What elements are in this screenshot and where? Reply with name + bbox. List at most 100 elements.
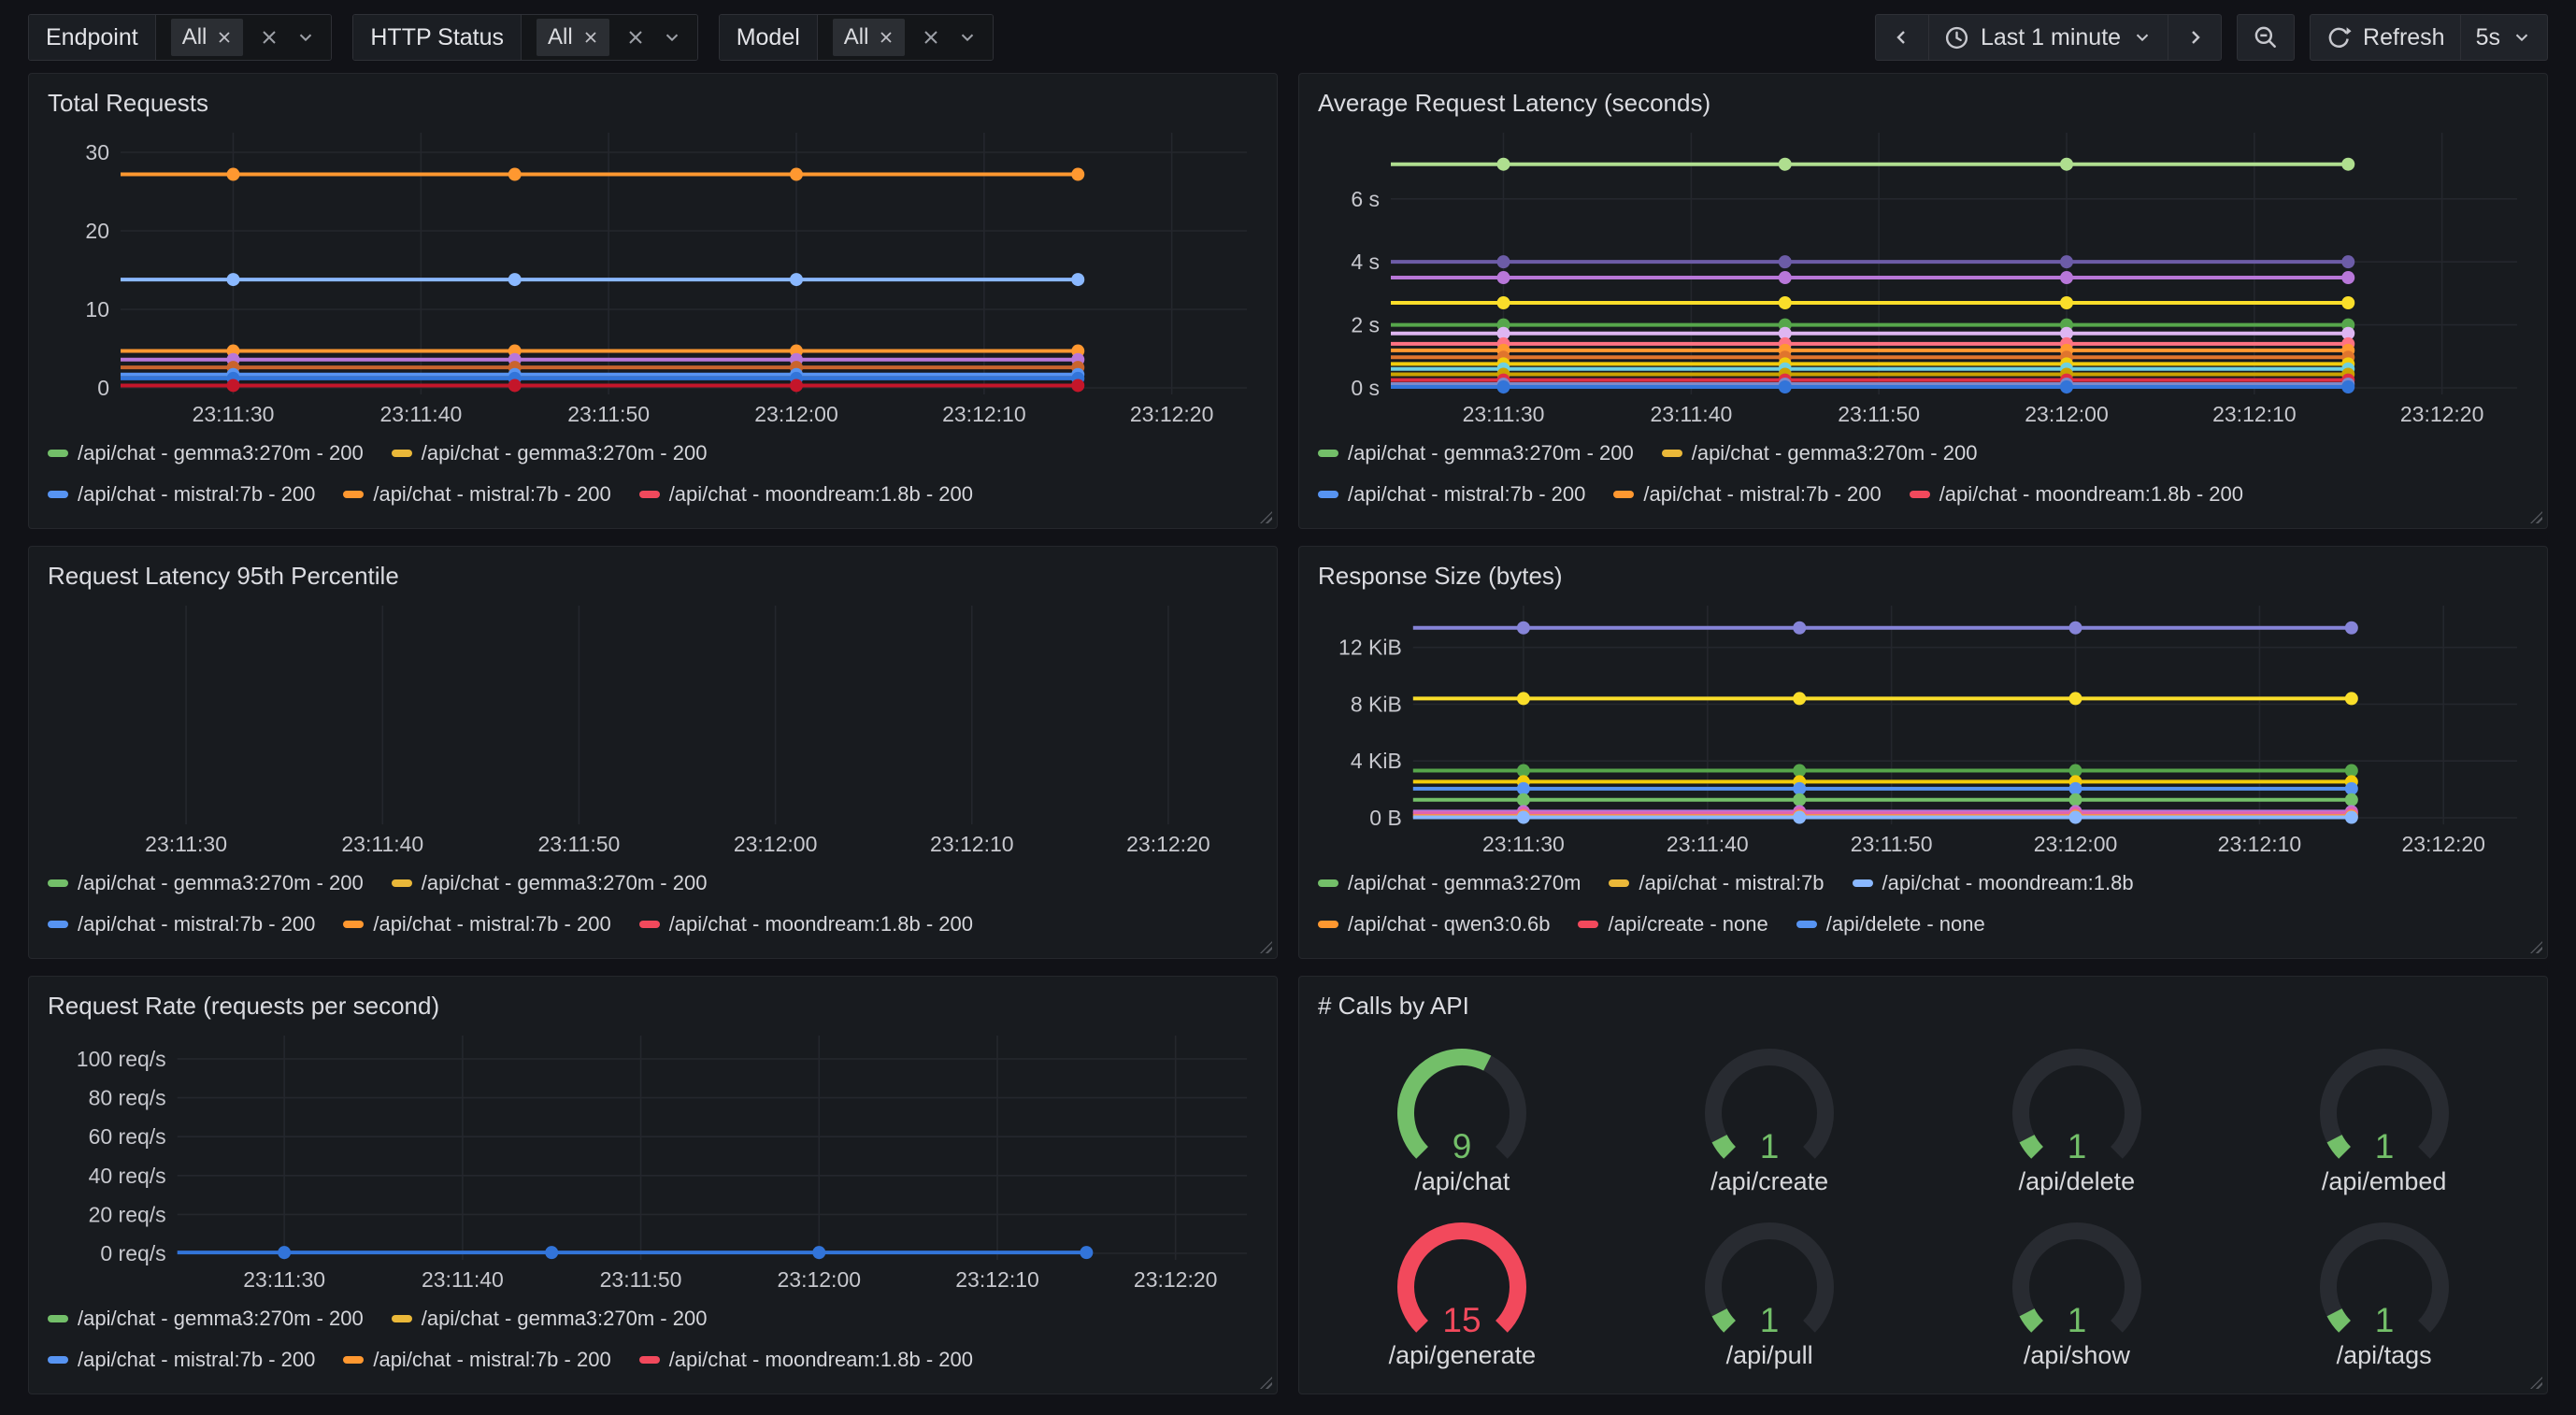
panel-title[interactable]: Response Size (bytes) [1299,547,2547,594]
legend-series-marker [1853,879,1873,887]
svg-text:23:11:40: 23:11:40 [379,402,462,426]
refresh-button[interactable]: Refresh [2311,15,2460,60]
panel-title[interactable]: Total Requests [29,74,1277,121]
time-shift-forward-button[interactable] [2168,15,2221,60]
clear-filter-icon[interactable] [626,28,645,47]
gauge-api-delete: 1/api/delete [1924,1030,2231,1205]
legend-series-marker [1796,921,1817,928]
legend-item[interactable]: /api/chat - gemma3:270m - 200 [392,871,708,895]
svg-text:20 req/s: 20 req/s [89,1202,166,1226]
legend-item[interactable]: /api/chat - mistral:7b - 200 [48,482,315,507]
legend-item[interactable]: /api/chat - gemma3:270m - 200 [392,441,708,465]
zoom-out-button[interactable] [2238,15,2294,60]
svg-text:60 req/s: 60 req/s [89,1124,166,1149]
legend-series-label: /api/chat - gemma3:270m - 200 [1692,441,1978,465]
legend-series-label: /api/chat - gemma3:270m [1348,871,1581,895]
legend-item[interactable]: /api/chat - mistral:7b - 200 [48,912,315,936]
svg-text:23:12:00: 23:12:00 [778,1267,862,1292]
gauge-api-create: 1/api/create [1616,1030,1924,1205]
gauge-value: 1 [1760,1127,1780,1165]
legend-series-label: /api/chat - gemma3:270m - 200 [422,1307,708,1331]
legend-item[interactable]: /api/chat - mistral:7b - 200 [343,482,610,507]
time-shift-back-button[interactable] [1876,15,1928,60]
legend-item[interactable]: /api/chat - gemma3:270m - 200 [392,1307,708,1331]
filter-model-value[interactable]: All [817,15,994,60]
filter-endpoint-value[interactable]: All [155,15,332,60]
time-series-chart[interactable]: 0 s2 s4 s6 s23:11:3023:11:4023:11:5023:1… [1316,121,2530,431]
legend-item[interactable]: /api/chat - mistral:7b - 200 [48,1348,315,1372]
panel-title[interactable]: Request Latency 95th Percentile [29,547,1277,594]
chevron-down-icon[interactable] [295,27,316,48]
filter-model-pill[interactable]: All [833,19,906,56]
legend-series-label: /api/chat - moondream:1.8b - 200 [669,482,973,507]
time-series-chart[interactable]: 0 req/s20 req/s40 req/s60 req/s80 req/s1… [46,1024,1260,1296]
remove-value-icon[interactable] [583,30,598,45]
legend-item[interactable]: /api/chat - gemma3:270m - 200 [48,871,364,895]
legend-series-marker [639,1356,660,1364]
clear-filter-icon[interactable] [922,28,940,47]
filter-http-status-value[interactable]: All [521,15,697,60]
legend-item[interactable]: /api/chat - gemma3:270m - 200 [48,1307,364,1331]
svg-text:23:11:50: 23:11:50 [600,1267,682,1292]
legend-series-label: /api/chat - mistral:7b - 200 [1643,482,1881,507]
svg-text:23:12:20: 23:12:20 [1134,1267,1218,1292]
chart-canvas: 0 B4 KiB8 KiB12 KiB23:11:3023:11:4023:11… [1316,594,2530,861]
legend-item[interactable]: /api/chat - moondream:1.8b - 200 [1910,482,2243,507]
panel-title[interactable]: Request Rate (requests per second) [29,977,1277,1024]
time-series-chart[interactable]: 23:11:3023:11:4023:11:5023:12:0023:12:10… [46,594,1260,861]
legend-row: /api/chat - mistral:7b - 200/api/chat - … [48,1339,1258,1380]
time-range-button[interactable]: Last 1 minute [1928,15,2168,60]
legend-item[interactable]: /api/chat - gemma3:270m - 200 [1662,441,1978,465]
gauge-label: /api/create [1710,1167,1828,1196]
time-series-chart[interactable]: 0 B4 KiB8 KiB12 KiB23:11:3023:11:4023:11… [1316,594,2530,861]
legend-item[interactable]: /api/chat - gemma3:270m - 200 [48,441,364,465]
legend-item[interactable]: /api/chat - moondream:1.8b - 200 [639,482,973,507]
gauge-label: /api/generate [1389,1341,1537,1370]
legend-item[interactable]: /api/chat - gemma3:270m [1318,871,1581,895]
legend-item[interactable]: /api/chat - moondream:1.8b - 200 [639,1348,973,1372]
filter-endpoint-pill[interactable]: All [171,19,244,56]
legend-item[interactable]: /api/chat - mistral:7b - 200 [343,912,610,936]
legend-item[interactable]: /api/chat - mistral:7b - 200 [1318,482,1585,507]
legend-series-label: /api/chat - mistral:7b - 200 [373,1348,610,1372]
svg-text:0: 0 [97,376,109,400]
legend-series-marker [343,921,364,928]
time-series-chart[interactable]: 010203023:11:3023:11:4023:11:5023:12:002… [46,121,1260,431]
panel-title[interactable]: Average Request Latency (seconds) [1299,74,2547,121]
panel-request-rate: Request Rate (requests per second) 0 req… [28,976,1278,1394]
svg-text:23:11:40: 23:11:40 [1667,832,1749,856]
filter-model: Model All [719,14,995,61]
gauge-label: /api/delete [2019,1167,2136,1196]
clear-filter-icon[interactable] [260,28,279,47]
filter-http-status-pill[interactable]: All [537,19,609,56]
gauge-arc: 1 [1979,1212,2175,1341]
legend-series-label: /api/chat - moondream:1.8b - 200 [1939,482,2243,507]
legend-item[interactable]: /api/chat - gemma3:270m - 200 [1318,441,1634,465]
legend-row: /api/chat - gemma3:270m - 200/api/chat -… [48,1298,1258,1339]
legend-series-marker [48,1356,68,1364]
legend-item[interactable]: /api/delete - none [1796,912,1985,936]
legend-item[interactable]: /api/chat - moondream:1.8b [1853,871,2134,895]
svg-text:23:11:50: 23:11:50 [1838,402,1920,426]
variable-filters: Endpoint All HTTP Status All [28,14,994,61]
legend-item[interactable]: /api/chat - mistral:7b [1609,871,1824,895]
legend-item[interactable]: /api/create - none [1578,912,1767,936]
chevron-down-icon[interactable] [662,27,682,48]
remove-value-icon[interactable] [879,30,894,45]
panel-title[interactable]: # Calls by API [1299,977,2547,1024]
legend-series-label: /api/chat - moondream:1.8b [1882,871,2134,895]
svg-text:23:12:20: 23:12:20 [1130,402,1214,426]
chevron-down-icon[interactable] [957,27,978,48]
legend-series-marker [48,879,68,887]
panel-response-size: Response Size (bytes) 0 B4 KiB8 KiB12 Ki… [1298,546,2548,959]
legend-series-marker [1662,450,1682,457]
legend-item[interactable]: /api/chat - mistral:7b - 200 [343,1348,610,1372]
refresh-interval-button[interactable]: 5s [2460,15,2547,60]
legend-item[interactable]: /api/chat - qwen3:0.6b [1318,912,1550,936]
legend-item[interactable]: /api/chat - moondream:1.8b - 200 [639,912,973,936]
gauge-api-tags: 1/api/tags [2230,1205,2538,1379]
legend-item[interactable]: /api/chat - mistral:7b - 200 [1613,482,1881,507]
remove-value-icon[interactable] [217,30,232,45]
legend-series-marker [392,1315,412,1322]
svg-text:0 s: 0 s [1351,376,1380,400]
